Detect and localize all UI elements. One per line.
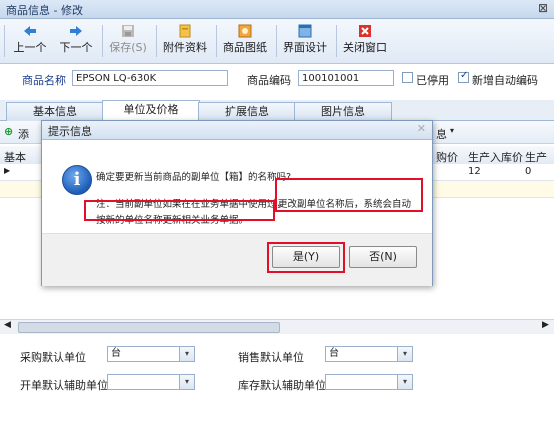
product-name-label: 商品名称 xyxy=(22,74,66,87)
dialog-question: 确定要更新当前商品的副单位【箱】的名称吗? xyxy=(96,172,292,183)
auto-code-label: 新增自动编码 xyxy=(472,74,538,87)
add-icon[interactable]: ⊕ xyxy=(4,125,13,138)
window-close-icon[interactable]: ⊠ xyxy=(538,1,548,15)
attachment-icon xyxy=(179,24,191,38)
grid-cell[interactable]: 12 xyxy=(468,166,481,177)
toolbar-grip xyxy=(4,25,5,57)
purchase-unit-label: 采购默认单位 xyxy=(20,351,86,364)
highlight-box-note xyxy=(275,178,423,212)
toolbar: 上一个 下一个 保存(S) 附件资料 商品图纸 界面设计 关闭窗口 xyxy=(0,19,554,64)
grid-header-production-price: 生产入库价 xyxy=(468,151,523,164)
scroll-right-icon[interactable]: ▶ xyxy=(542,320,549,330)
layout-design-button[interactable]: 界面设计 xyxy=(280,21,330,61)
add-row-label[interactable]: 添 xyxy=(18,126,29,142)
billing-aux-unit-label: 开单默认辅助单位 xyxy=(20,379,108,392)
arrow-right-icon xyxy=(70,26,82,36)
attachment-button[interactable]: 附件资料 xyxy=(160,21,210,61)
dialog-close-icon[interactable]: ✕ xyxy=(417,122,426,135)
save-button[interactable]: 保存(S) xyxy=(106,21,150,61)
chevron-down-icon[interactable]: ▾ xyxy=(397,347,412,361)
window-title: 商品信息 - 修改 xyxy=(6,4,83,17)
prev-button[interactable]: 上一个 xyxy=(10,21,50,61)
drawing-icon xyxy=(238,24,252,38)
no-button[interactable]: 否(N) xyxy=(349,246,417,268)
stock-aux-unit-select[interactable]: ▾ xyxy=(325,374,413,390)
scrollbar-thumb[interactable] xyxy=(18,322,280,333)
extra-menu-label[interactable]: 息 xyxy=(436,126,447,142)
save-icon xyxy=(122,25,134,37)
chevron-down-icon[interactable]: ▾ xyxy=(179,375,194,389)
stock-aux-unit-label: 库存默认辅助单位 xyxy=(238,379,326,392)
scroll-left-icon[interactable]: ◀ xyxy=(4,320,11,330)
window-titlebar: 商品信息 - 修改 ⊠ xyxy=(0,0,554,19)
grid-header-purchase-price: 购价 xyxy=(436,151,458,164)
product-name-field[interactable]: EPSON LQ-630K xyxy=(72,70,228,86)
close-window-button[interactable]: 关闭窗口 xyxy=(340,21,390,61)
dialog-footer: 是(Y) 否(N) xyxy=(42,233,432,286)
chevron-down-icon[interactable]: ▾ xyxy=(397,375,412,389)
billing-aux-unit-select[interactable]: ▾ xyxy=(107,374,195,390)
highlight-box-yes xyxy=(267,242,345,273)
tab-image-info[interactable]: 图片信息 xyxy=(294,102,392,121)
auto-code-checkbox[interactable]: ✓ xyxy=(458,70,469,83)
row-pointer-icon: ▶ xyxy=(4,166,11,175)
chevron-down-icon[interactable]: ▾ xyxy=(450,126,454,135)
highlight-box-note-line xyxy=(84,200,275,221)
sales-unit-label: 销售默认单位 xyxy=(238,351,304,364)
layout-icon xyxy=(298,24,312,38)
horizontal-scrollbar[interactable]: ◀ ▶ xyxy=(0,319,554,334)
product-code-label: 商品编码 xyxy=(247,74,291,87)
product-code-field[interactable]: 100101001 xyxy=(298,70,394,86)
grid-header-basic: 基本 xyxy=(4,151,26,164)
confirm-dialog: 提示信息 ✕ i 确定要更新当前商品的副单位【箱】的名称吗? 注：当前副单位如果… xyxy=(41,120,433,286)
disabled-checkbox[interactable] xyxy=(402,72,413,83)
purchase-unit-select[interactable]: 台 ▾ xyxy=(107,346,195,362)
dialog-titlebar: 提示信息 ✕ xyxy=(42,121,432,140)
drawing-button[interactable]: 商品图纸 xyxy=(220,21,270,61)
close-window-icon xyxy=(359,25,371,37)
next-button[interactable]: 下一个 xyxy=(54,21,98,61)
info-icon: i xyxy=(62,165,92,195)
disabled-label: 已停用 xyxy=(416,74,449,87)
sales-unit-select[interactable]: 台 ▾ xyxy=(325,346,413,362)
dialog-title: 提示信息 xyxy=(48,125,92,138)
arrow-left-icon xyxy=(24,26,36,36)
tab-extended-info[interactable]: 扩展信息 xyxy=(198,102,296,121)
tab-basic-info[interactable]: 基本信息 xyxy=(6,102,104,121)
tab-unit-price[interactable]: 单位及价格 xyxy=(102,100,200,122)
grid-cell[interactable]: 0 xyxy=(525,166,531,177)
chevron-down-icon[interactable]: ▾ xyxy=(179,347,194,361)
